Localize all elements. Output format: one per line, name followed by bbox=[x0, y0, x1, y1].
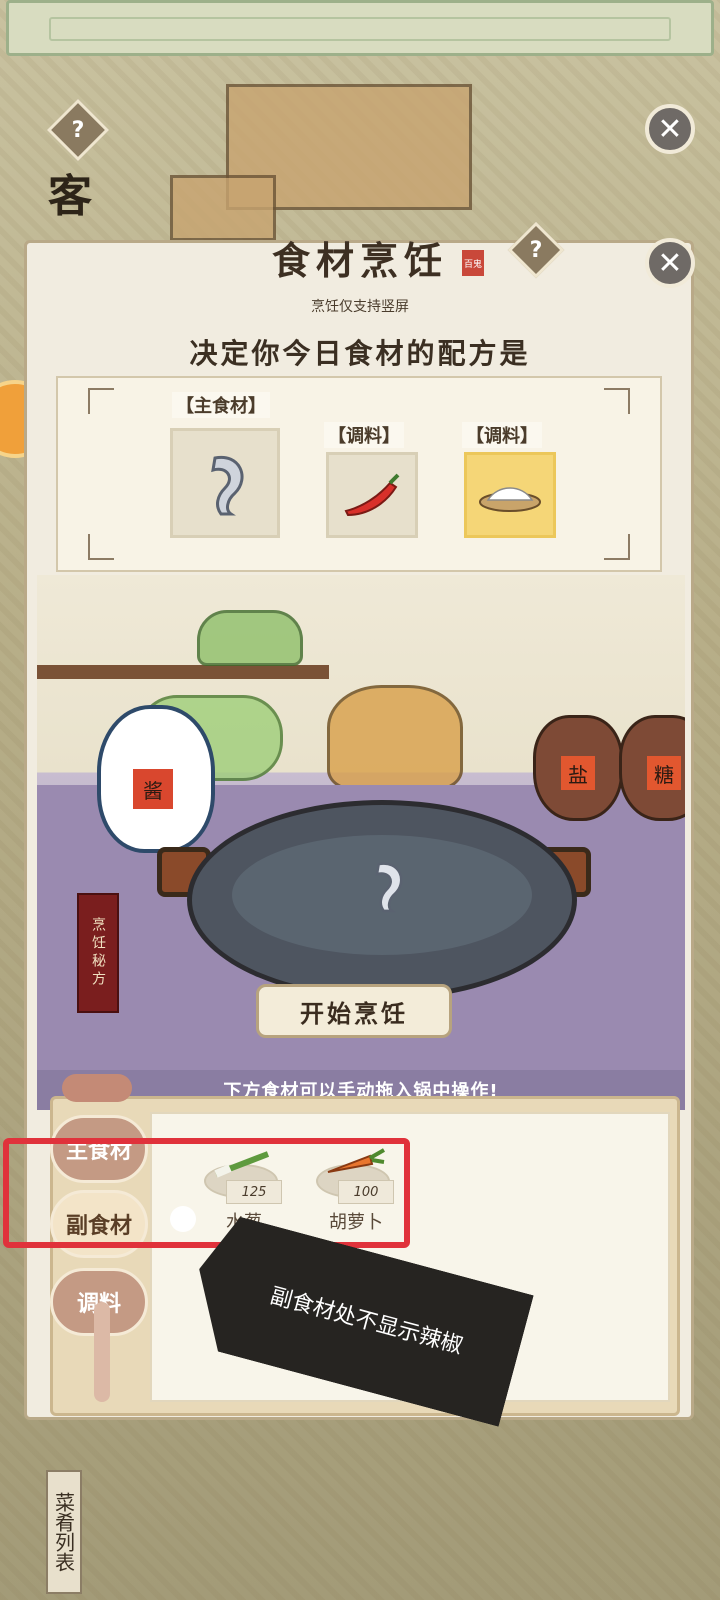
slot-main-ingredient[interactable] bbox=[170, 428, 280, 538]
shrimp-in-wok-icon bbox=[375, 862, 403, 913]
touch-indicator bbox=[170, 1206, 196, 1232]
modal-title: 食材烹饪 bbox=[271, 238, 448, 283]
cabbage-basket bbox=[197, 610, 303, 666]
slot-label-seasoning-2: 【调料】 bbox=[462, 422, 542, 448]
slot-label-seasoning-1: 【调料】 bbox=[324, 422, 404, 448]
highlight-box bbox=[3, 1138, 410, 1248]
shrimp-icon bbox=[211, 455, 244, 516]
recipe-scroll: 【主食材】 【调料】 【调料】 bbox=[56, 376, 662, 572]
slot-label-main: 【主食材】 bbox=[172, 392, 270, 418]
top-banner bbox=[6, 0, 714, 56]
secret-recipe-button[interactable]: 烹饪秘方 bbox=[77, 893, 119, 1013]
decorative-knot bbox=[62, 1074, 132, 1102]
tassel bbox=[94, 1302, 110, 1402]
start-cooking-button[interactable]: 开始烹饪 bbox=[256, 984, 452, 1038]
salt-jar-label: 盐 bbox=[561, 756, 595, 790]
side-label: 客 bbox=[48, 171, 92, 222]
wok[interactable] bbox=[187, 800, 577, 1000]
chili-pepper-icon bbox=[344, 473, 400, 517]
title-seal: 百鬼 bbox=[462, 250, 484, 276]
sugar-jar[interactable]: 糖 bbox=[619, 715, 685, 821]
teapot-label: 酱 bbox=[133, 769, 173, 809]
salt-icon bbox=[479, 487, 541, 512]
salt-jar[interactable]: 盐 bbox=[533, 715, 623, 821]
recipe-heading: 决定你今日食材的配方是 bbox=[189, 337, 531, 370]
shelf bbox=[37, 665, 329, 679]
soy-sauce-teapot[interactable]: 酱 bbox=[97, 705, 215, 853]
slot-seasoning-2[interactable] bbox=[464, 452, 556, 538]
dish-list-button[interactable]: 菜肴列表 bbox=[46, 1470, 82, 1594]
orientation-note: 烹饪仅支持竖屏 bbox=[311, 299, 409, 315]
sugar-jar-label: 糖 bbox=[647, 756, 681, 790]
close-button[interactable]: ✕ bbox=[645, 238, 695, 288]
room-close-button[interactable]: ✕ bbox=[645, 104, 695, 154]
slot-seasoning-1[interactable] bbox=[326, 452, 418, 538]
carrot-sack bbox=[327, 685, 463, 791]
